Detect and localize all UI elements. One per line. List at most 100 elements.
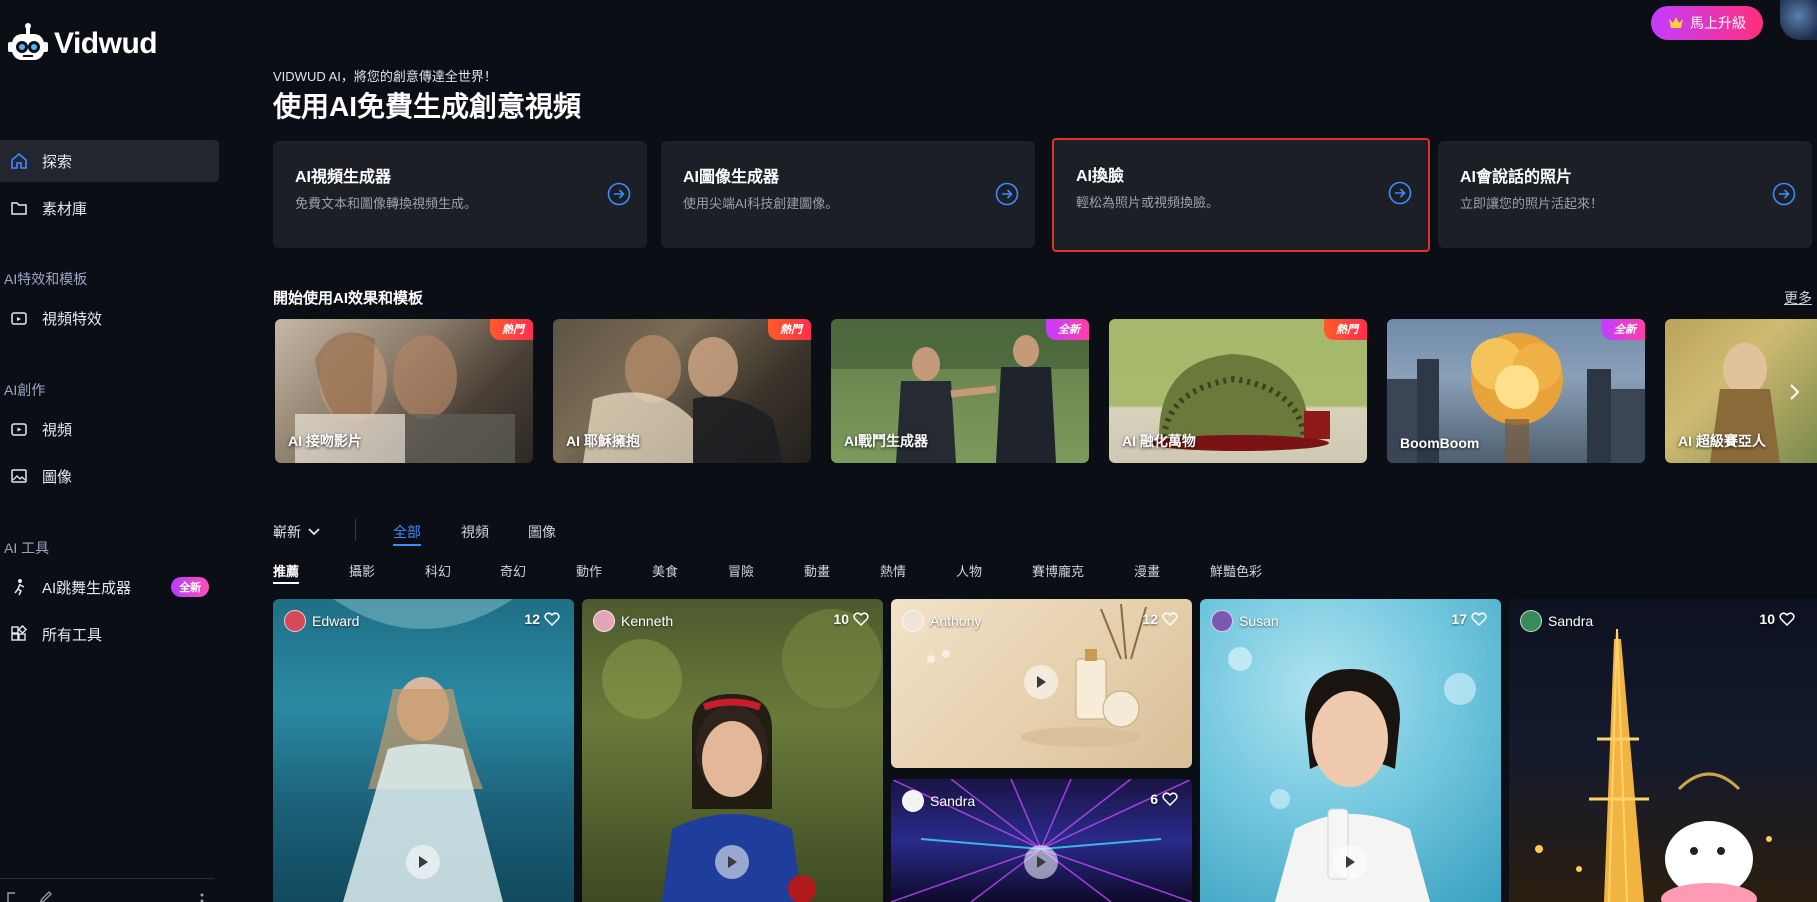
like-button[interactable]: 17 — [1451, 611, 1487, 627]
heart-icon — [1162, 792, 1178, 806]
play-icon[interactable] — [715, 845, 749, 879]
arrow-right-circle-icon[interactable] — [1772, 182, 1796, 206]
category-tab-comics[interactable]: 漫畫 — [1134, 561, 1160, 580]
type-tab-all[interactable]: 全部 — [393, 522, 421, 546]
sidebar-item-label: 所有工具 — [42, 626, 103, 644]
category-tab-scifi[interactable]: 科幻 — [425, 561, 451, 580]
sidebar-item-label: 視頻 — [42, 421, 73, 439]
grid-icon — [10, 625, 28, 643]
avatar — [1520, 610, 1542, 632]
gallery-user[interactable]: Susan — [1211, 610, 1279, 632]
category-tab-fantasy[interactable]: 奇幻 — [500, 561, 526, 580]
effect-label: BoomBoom — [1400, 435, 1480, 451]
category-tab-people[interactable]: 人物 — [956, 561, 982, 580]
sidebar-item-explore[interactable]: 探索 — [0, 140, 219, 182]
home-icon — [10, 152, 28, 170]
logo[interactable]: Vidwud — [8, 22, 158, 66]
play-icon[interactable] — [406, 845, 440, 879]
type-tab-image[interactable]: 圖像 — [528, 522, 556, 542]
sort-dropdown[interactable]: 嶄新 — [273, 522, 321, 542]
sidebar-item-dance-generator[interactable]: AI跳舞生成器 全新 — [0, 566, 219, 608]
heart-icon — [1471, 612, 1487, 626]
sidebar-item-image[interactable]: 圖像 — [0, 455, 219, 497]
category-tab-animation[interactable]: 動畫 — [804, 561, 830, 580]
gallery-username: Sandra — [930, 793, 976, 809]
effect-label: AI 融化萬物 — [1122, 433, 1196, 449]
category-tab-recommended[interactable]: 推薦 — [273, 561, 300, 584]
effects-section-title: 開始使用AI效果和模板 — [273, 290, 424, 307]
category-tab-adventure[interactable]: 冒險 — [728, 561, 754, 580]
sidebar-item-video[interactable]: 視頻 — [0, 408, 219, 450]
tool-card-video-generator[interactable]: AI視頻生成器 免費文本和圖像轉換視頻生成。 — [273, 141, 647, 248]
effect-card-jesus-hug[interactable]: 熱門 AI 耶穌擁抱 — [553, 319, 811, 463]
category-tab-vivid-colors[interactable]: 鮮豔色彩 — [1210, 561, 1262, 580]
sidebar-item-all-tools[interactable]: 所有工具 — [0, 613, 219, 655]
category-tab-action[interactable]: 動作 — [576, 561, 602, 580]
tool-description: 輕松為照片或視頻換臉。 — [1076, 195, 1220, 210]
upgrade-button[interactable]: 馬上升級 — [1651, 6, 1763, 40]
tool-card-image-generator[interactable]: AI圖像生成器 使用尖端AI科技創建圖像。 — [661, 141, 1035, 248]
more-vertical-icon[interactable] — [200, 893, 204, 902]
gallery-card[interactable]: Sandra 10 — [1509, 599, 1817, 902]
arrow-right-circle-icon[interactable] — [607, 182, 631, 206]
chevron-down-icon — [308, 528, 320, 536]
tool-title: AI視頻生成器 — [295, 169, 392, 186]
gallery-user[interactable]: Edward — [284, 610, 359, 632]
avatar — [593, 610, 615, 632]
like-button[interactable]: 12 — [1142, 611, 1178, 627]
crown-icon — [1668, 15, 1684, 32]
category-tab-cyberpunk[interactable]: 賽博龐克 — [1032, 561, 1084, 580]
heart-icon — [1162, 612, 1178, 626]
gallery-card[interactable]: Anthony 12 — [891, 599, 1192, 768]
gallery-card[interactable]: Sandra 6 — [891, 779, 1192, 902]
more-link[interactable]: 更多 — [1784, 288, 1812, 308]
like-button[interactable]: 10 — [1759, 611, 1795, 627]
type-tab-video[interactable]: 視頻 — [461, 522, 489, 542]
sidebar: Vidwud 探索 素材庫 AI特效和模板 視頻特效 AI創作 視頻 圖像 AI… — [0, 0, 225, 902]
gallery-user[interactable]: Anthony — [902, 610, 981, 632]
effect-card-boomboom[interactable]: 全新 BoomBoom — [1387, 319, 1645, 463]
gallery-card[interactable]: Edward 12 — [273, 599, 574, 902]
like-count: 17 — [1451, 611, 1467, 627]
effect-card-kiss[interactable]: 熱門 AI 接吻影片 — [275, 319, 533, 463]
category-tab-photography[interactable]: 攝影 — [349, 561, 375, 580]
effect-label: AI戰鬥生成器 — [844, 433, 928, 449]
like-button[interactable]: 6 — [1150, 791, 1178, 807]
tool-card-face-swap[interactable]: AI換臉 輕松為照片或視頻換臉。 — [1052, 138, 1430, 252]
sidebar-item-label: 圖像 — [42, 468, 73, 486]
play-icon[interactable] — [1024, 845, 1058, 879]
gallery-username: Sandra — [1548, 613, 1594, 629]
effect-card-melt-everything[interactable]: 熱門 AI 融化萬物 — [1109, 319, 1367, 463]
new-tag: 全新 — [1602, 319, 1645, 340]
login-icon[interactable] — [6, 891, 20, 902]
sidebar-section-creation: AI創作 — [4, 382, 46, 398]
gallery-user[interactable]: Sandra — [902, 790, 975, 812]
tool-card-talking-photo[interactable]: AI會說話的照片 立即讓您的照片活起來！ — [1438, 141, 1812, 248]
heart-icon — [853, 612, 869, 626]
gallery-user[interactable]: Sandra — [1520, 610, 1593, 632]
sidebar-item-label: AI跳舞生成器 — [42, 579, 132, 597]
arrow-right-circle-icon[interactable] — [995, 182, 1019, 206]
category-tab-food[interactable]: 美食 — [652, 561, 678, 580]
gallery-user[interactable]: Kenneth — [593, 610, 673, 632]
robot-logo-icon — [8, 22, 48, 66]
category-tab-passion[interactable]: 熱情 — [880, 561, 906, 580]
sidebar-item-video-effects[interactable]: 視頻特效 — [0, 297, 219, 339]
filter-divider — [355, 519, 356, 541]
arrow-right-circle-icon[interactable] — [1388, 181, 1412, 205]
play-icon[interactable] — [1024, 665, 1058, 699]
play-icon[interactable] — [1333, 845, 1367, 879]
like-button[interactable]: 10 — [833, 611, 869, 627]
edit-icon[interactable] — [38, 891, 52, 902]
effect-card-fight-generator[interactable]: 全新 AI戰鬥生成器 — [831, 319, 1089, 463]
user-avatar[interactable] — [1780, 0, 1817, 40]
tool-description: 立即讓您的照片活起來！ — [1460, 196, 1604, 211]
gallery-card[interactable]: Susan 17 — [1200, 599, 1501, 902]
tool-title: AI換臉 — [1076, 168, 1125, 185]
hot-tag: 熱門 — [490, 319, 533, 340]
like-button[interactable]: 12 — [524, 611, 560, 627]
gallery-card[interactable]: Kenneth 10 — [582, 599, 883, 902]
carousel-next-icon[interactable] — [1784, 381, 1804, 403]
avatar — [902, 610, 924, 632]
sidebar-item-library[interactable]: 素材庫 — [0, 187, 219, 229]
